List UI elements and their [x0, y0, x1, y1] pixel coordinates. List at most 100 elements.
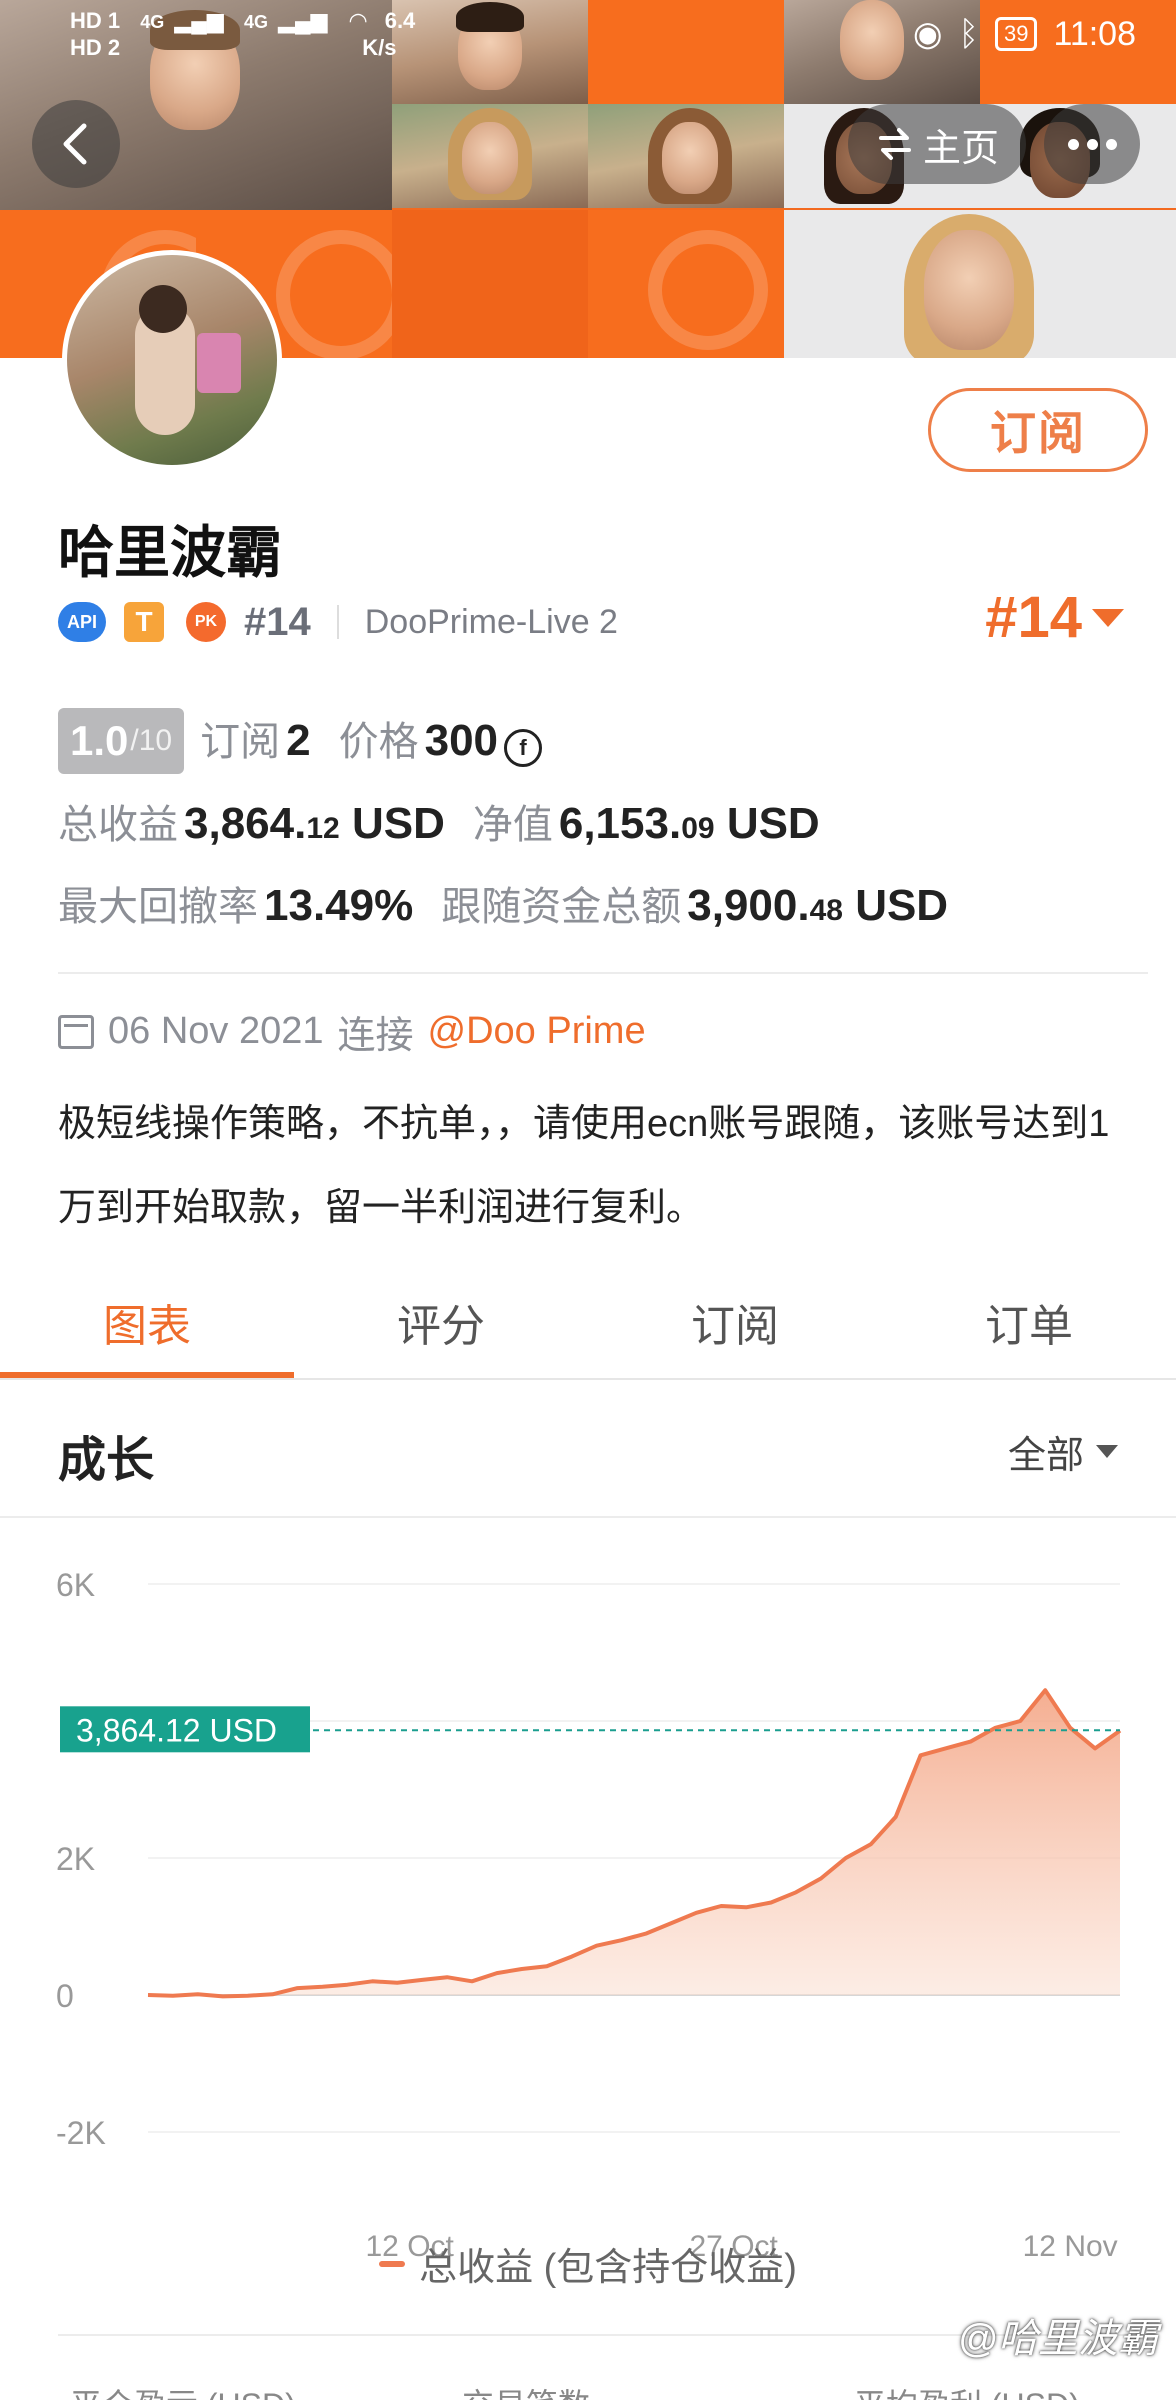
avg-profit-label: 平均盈利 (USD) [784, 2380, 1176, 2400]
caret-down-icon [1092, 608, 1124, 627]
api-badge-icon: API [58, 602, 106, 642]
network-speed-unit: K/s [362, 35, 397, 60]
range-filter-label: 全部 [1007, 1435, 1084, 1477]
badge-divider [336, 605, 339, 639]
pk-badge-icon: PK [186, 602, 226, 642]
follow-funds-unit: USD [855, 881, 949, 930]
y-tick-label: 6K [56, 1567, 95, 1603]
y-tick-label: 2K [56, 1841, 95, 1877]
chevron-left-icon [63, 123, 87, 165]
connection-date: 06 Nov 2021 [108, 1010, 324, 1052]
price-value: 300 [424, 716, 499, 765]
dot-icon [1067, 138, 1079, 150]
score-max: /10 [130, 724, 173, 757]
score-badge: 1.0/10 [58, 708, 185, 774]
stats-row-3: 最大回撤率 13.49% 跟随资金总额 3,900.48 USD [58, 874, 948, 932]
closed-pnl-label: 平仓盈亏 (USD) [0, 2380, 392, 2400]
order-stats-header: 平仓盈亏 (USD) 交易笔数 平均盈利 (USD) [0, 2380, 1176, 2400]
equity-label: 净值 [472, 803, 553, 847]
growth-section-header: 成长 全部 [0, 1382, 1176, 1518]
growth-chart[interactable]: 6K 2K 0 -2K 12 Oct 27 Oct 12 Nov 3,864.12 USD [0, 1520, 1176, 2263]
total-profit-int: 3,864. [184, 799, 307, 848]
total-profit-label: 总收益 [58, 803, 178, 847]
drawdown-label: 最大回撤率 [58, 885, 258, 929]
t-badge-icon: T [124, 602, 164, 642]
banner-photo-woman-2 [588, 104, 784, 208]
follow-funds-value: 3,900.48 USD [687, 881, 948, 931]
wifi-icon: ◠ [349, 8, 367, 33]
subscribe-count-label: 订阅 [200, 720, 281, 764]
chart-legend: 总收益 (包含持仓收益) [0, 2236, 1176, 2291]
banner-photo-woman [392, 104, 588, 208]
tab-orders[interactable]: 订单 [882, 1262, 1176, 1382]
follow-funds-label: 跟随资金总额 [441, 885, 682, 929]
dot-icon [1086, 138, 1098, 150]
total-profit-unit: USD [351, 799, 445, 848]
tab-bar: 图表 评分 订阅 订单 [0, 1262, 1176, 1382]
broker-link[interactable]: @Doo Prime [428, 1010, 646, 1053]
price-label: 价格 [338, 720, 419, 764]
score-value: 1.0 [70, 717, 129, 764]
eye-icon: ◉ [912, 15, 943, 53]
total-profit-dec: 12 [306, 812, 340, 845]
badge-row: API T PK #14 DooPrime-Live 2 [58, 596, 618, 648]
avatar[interactable] [62, 250, 282, 470]
switch-arrows-icon [878, 128, 911, 160]
rank-big-value: #14 [985, 585, 1082, 650]
network-2-indicator: HD 2 [70, 35, 121, 60]
dot-icon [1105, 138, 1117, 150]
stats-row-1: 1.0/10 订阅 2 价格 300 f [58, 708, 543, 774]
coin-icon: f [504, 729, 543, 767]
rank-dropdown[interactable]: #14 [985, 584, 1124, 651]
subscribe-count-value: 2 [286, 716, 311, 765]
banner-photo-woman-4 [784, 210, 1176, 358]
stats-row-2: 总收益 3,864.12 USD 净值 6,153.09 USD [58, 792, 820, 850]
growth-chart-svg: 6K2K0-2K12 Oct 27 Oct 12 Nov3,864.12 USD [56, 1567, 1122, 2263]
tab-rating[interactable]: 评分 [294, 1262, 588, 1382]
status-bar: HD 1 4G ▂▄▆ 4G ▂▄▆ ◠ 6.4 HD 2 K/s ◉ ᛒ 39… [0, 0, 1176, 76]
banner-orange-tile [588, 210, 784, 358]
equity-value: 6,153.09 USD [559, 799, 820, 849]
tab-chart[interactable]: 图表 [0, 1262, 294, 1382]
watermark: @哈里波霸 [957, 2317, 1158, 2361]
follow-funds-dec: 48 [809, 894, 843, 927]
back-button[interactable] [32, 100, 120, 188]
current-value-label: 3,864.12 USD [76, 1712, 277, 1748]
rank-small: #14 [244, 599, 311, 644]
more-button[interactable] [1044, 104, 1140, 184]
home-button[interactable]: 主页 [848, 104, 1026, 184]
equity-unit: USD [726, 799, 820, 848]
subscribe-button[interactable]: 订阅 [928, 388, 1148, 472]
network-1-indicator: HD 1 [70, 8, 121, 33]
section-title: 成长 [58, 1434, 155, 1487]
trader-name: 哈里波霸 [58, 521, 282, 584]
signal-2-indicator: 4G [243, 12, 268, 32]
status-right: ◉ ᛒ 39 11:08 [913, 14, 1136, 54]
tab-subscriptions[interactable]: 订阅 [588, 1262, 882, 1382]
status-left: HD 1 4G ▂▄▆ 4G ▂▄▆ ◠ 6.4 HD 2 K/s [70, 8, 415, 61]
legend-label: 总收益 (包含持仓收益) [419, 2247, 797, 2289]
battery-indicator: 39 [994, 17, 1038, 51]
tab-underline-divider [0, 1378, 1176, 1380]
connection-info: 06 Nov 2021 连接 @Doo Prime [58, 1004, 646, 1059]
server-name: DooPrime-Live 2 [364, 602, 618, 641]
y-tick-label: 0 [56, 1978, 74, 2014]
strategy-description: 极短线操作策略，不抗单，，请使用ecn账号跟随，该账号达到1万到开始取款，留一半… [58, 1103, 1110, 1229]
caret-down-icon [1096, 1445, 1118, 1458]
equity-int: 6,153. [558, 799, 682, 848]
signal-1-indicator: 4G [140, 12, 165, 32]
range-filter-dropdown[interactable]: 全部 [1008, 1424, 1118, 1479]
home-label: 主页 [922, 127, 999, 170]
divider [58, 972, 1148, 974]
network-speed-value: 6.4 [384, 8, 416, 33]
total-profit-value: 3,864.12 USD [184, 799, 445, 849]
bluetooth-icon: ᛒ [958, 14, 979, 53]
signal-bars-icon: ▂▄▆ [174, 8, 224, 33]
clock: 11:08 [1053, 14, 1136, 53]
legend-swatch [379, 2260, 406, 2267]
calendar-icon [58, 1014, 94, 1049]
y-tick-label: -2K [56, 2115, 106, 2151]
signal-bars-icon: ▂▄▆ [278, 8, 328, 33]
banner-orange-tile [392, 210, 588, 358]
drawdown-value: 13.49% [264, 881, 414, 930]
